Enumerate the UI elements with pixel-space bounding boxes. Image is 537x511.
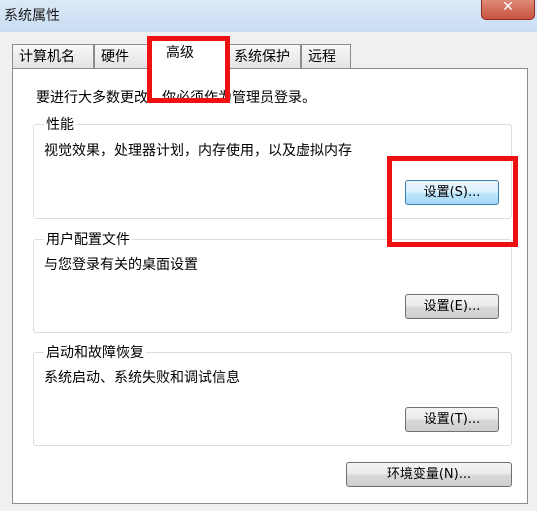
title-bar: 系统属性 ✕ <box>0 0 537 32</box>
user-profiles-group-title: 用户配置文件 <box>44 229 132 249</box>
startup-recovery-group-title: 启动和故障恢复 <box>44 342 146 362</box>
tab-label: 硬件 <box>101 49 129 65</box>
close-icon: ✕ <box>502 0 514 15</box>
tab-remote[interactable]: 远程 <box>301 44 351 68</box>
tab-system-protection[interactable]: 系统保护 <box>227 44 301 68</box>
environment-variables-button[interactable]: 环境变量(N)... <box>346 462 512 487</box>
performance-description: 视觉效果，处理器计划，内存使用，以及虚拟内存 <box>44 143 352 159</box>
tab-label: 远程 <box>308 49 336 65</box>
startup-recovery-settings-button[interactable]: 设置(T)... <box>405 407 499 432</box>
performance-group-title: 性能 <box>44 114 76 134</box>
tab-computer-name[interactable]: 计算机名 <box>12 44 94 68</box>
startup-recovery-description: 系统启动、系统失败和调试信息 <box>44 370 240 386</box>
tab-hardware[interactable]: 硬件 <box>94 44 148 68</box>
tab-label: 系统保护 <box>234 49 290 65</box>
close-button[interactable]: ✕ <box>481 0 535 20</box>
user-profiles-settings-button[interactable]: 设置(E)... <box>405 294 499 319</box>
user-profiles-description: 与您登录有关的桌面设置 <box>44 257 198 273</box>
tab-label: 计算机名 <box>19 49 75 65</box>
window-title: 系统属性 <box>4 8 60 24</box>
highlight-box-advanced-tab <box>147 36 230 103</box>
highlight-box-performance-settings <box>387 156 518 247</box>
